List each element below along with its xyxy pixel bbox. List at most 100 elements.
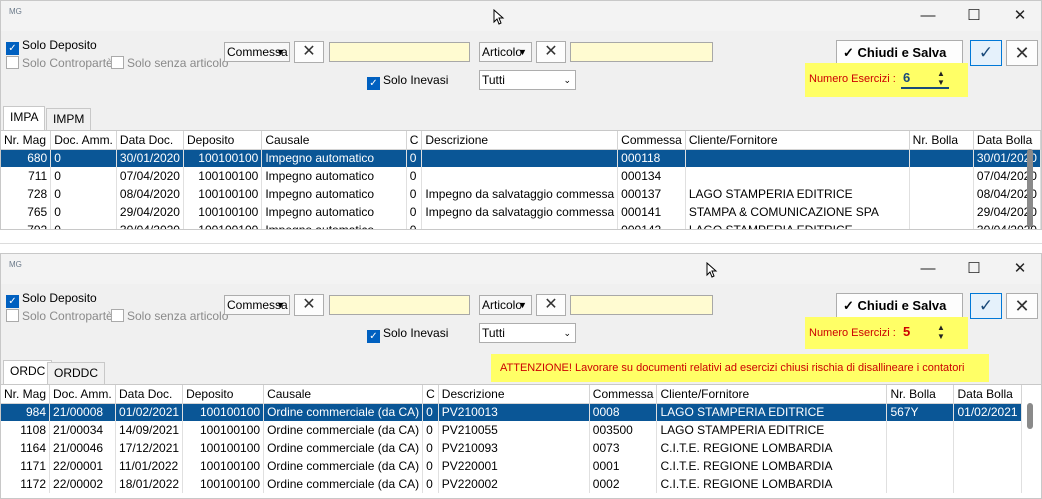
- column-header[interactable]: Data Bolla: [953, 385, 1022, 404]
- table-cell: 984: [1, 403, 51, 421]
- solo-senza-articolo-checkbox[interactable]: Solo senza articolo: [111, 309, 228, 325]
- table-cell: 0: [422, 403, 439, 421]
- column-header[interactable]: Data Doc.: [115, 385, 184, 404]
- column-header[interactable]: Doc. Amm.: [50, 131, 117, 150]
- table-cell: [886, 439, 955, 457]
- column-header[interactable]: Cliente/Fornitore: [656, 385, 888, 404]
- table-cell: 0: [422, 475, 439, 493]
- table-cell: 000141: [617, 203, 686, 221]
- table-cell: 11/01/2022: [115, 457, 184, 475]
- checkbox-label: Solo Contropartè: [22, 56, 113, 70]
- table-row[interactable]: 1171 22/00001 11/01/2022 100100100 Ordine co…: [1, 457, 1022, 475]
- table-cell: [953, 421, 1022, 439]
- column-header[interactable]: Nr. Mag: [1, 131, 52, 150]
- checkbox-label: Solo Inevasi: [383, 73, 449, 87]
- tab-impm[interactable]: IMPM: [46, 108, 92, 130]
- articolo-input[interactable]: [570, 42, 713, 62]
- table-row[interactable]: 711 0 07/04/2020 100100100 Impegno automatic…: [1, 167, 1041, 185]
- solo-inevasi-checkbox[interactable]: ✓ Solo Inevasi: [367, 326, 448, 343]
- tab-orddc[interactable]: ORDDC: [47, 362, 105, 384]
- confirm-button[interactable]: ✓: [970, 40, 1002, 66]
- column-header[interactable]: Deposito: [183, 131, 263, 150]
- maximize-icon[interactable]: ☐: [951, 254, 997, 284]
- warning-banner: ATTENZIONE! Lavorare su documenti relati…: [491, 354, 989, 382]
- chiudi-e-salva-button[interactable]: ✓ Chiudi e Salva: [836, 293, 963, 319]
- spinner-arrows-icon[interactable]: ▲ ▼: [937, 323, 945, 341]
- table-row[interactable]: 792 0 30/04/2020 100100100 Impegno automatic…: [1, 221, 1041, 229]
- column-header[interactable]: C: [422, 385, 439, 404]
- solo-inevasi-checkbox[interactable]: ✓ Solo Inevasi: [367, 73, 449, 90]
- articolo-dropdown[interactable]: Articolo ▼: [479, 295, 532, 315]
- column-header[interactable]: Causale: [263, 385, 424, 404]
- solo-controparte-checkbox[interactable]: Solo Contropartè: [6, 56, 113, 72]
- table-row[interactable]: 680 0 30/01/2020 100100100 Impegno automatic…: [1, 149, 1041, 167]
- solo-deposito-checkbox[interactable]: ✓ Solo Deposito: [6, 291, 97, 308]
- table-cell: [886, 457, 955, 475]
- tab-impa[interactable]: IMPA: [3, 106, 46, 130]
- column-header[interactable]: Nr. Bolla: [909, 131, 974, 150]
- tutti-dropdown[interactable]: Tutti ⌄: [479, 323, 576, 343]
- check-icon: ✓: [843, 45, 854, 60]
- clear-articolo-button[interactable]: ✕: [536, 41, 566, 63]
- column-header[interactable]: Data Doc.: [116, 131, 184, 150]
- commessa-dropdown[interactable]: Commessa ▼: [224, 42, 290, 62]
- commessa-input[interactable]: [329, 295, 470, 315]
- column-header[interactable]: Doc. Amm.: [49, 385, 117, 404]
- column-header[interactable]: Commessa: [617, 131, 686, 150]
- solo-deposito-checkbox[interactable]: ✓ Solo Deposito: [6, 38, 97, 55]
- chevron-down-icon: ▼: [276, 47, 285, 57]
- table-cell: Ordine commerciale (da CA): [263, 421, 424, 439]
- clear-articolo-button[interactable]: ✕: [536, 294, 566, 316]
- table-cell: [421, 167, 619, 185]
- table-row[interactable]: 984 21/00008 01/02/2021 100100100 Ordine com…: [1, 403, 1022, 421]
- table-cell: 07/04/2020: [116, 167, 184, 185]
- table-cell: [909, 167, 974, 185]
- cancel-button[interactable]: ✕: [1006, 293, 1038, 319]
- close-icon[interactable]: ✕: [997, 1, 1041, 31]
- column-header[interactable]: Cliente/Fornitore: [685, 131, 910, 150]
- minimize-icon[interactable]: —: [905, 254, 951, 284]
- table-cell: 0: [50, 185, 117, 203]
- window-impegni: MG — ☐ ✕ ✓ Solo Deposito Solo Contropartè…: [0, 0, 1042, 230]
- checkbox-label: Solo Contropartè: [22, 309, 113, 323]
- commessa-input[interactable]: [329, 42, 470, 62]
- column-header[interactable]: Descrizione: [421, 131, 619, 150]
- table-cell: Impegno da salvataggio commessa: [421, 185, 619, 203]
- clear-commessa-button[interactable]: ✕: [294, 41, 324, 63]
- column-header[interactable]: Nr. Bolla: [886, 385, 955, 404]
- x-icon: ✕: [544, 296, 558, 313]
- column-header[interactable]: Descrizione: [438, 385, 590, 404]
- vertical-scrollbar[interactable]: [1027, 403, 1033, 429]
- tutti-dropdown[interactable]: Tutti ⌄: [479, 70, 576, 90]
- minimize-icon[interactable]: —: [905, 1, 951, 31]
- clear-commessa-button[interactable]: ✕: [294, 294, 324, 316]
- solo-senza-articolo-checkbox[interactable]: Solo senza articolo: [111, 56, 228, 72]
- chevron-down-icon: ▼: [518, 47, 527, 57]
- column-header[interactable]: Nr. Mag: [1, 385, 51, 404]
- articolo-input[interactable]: [570, 295, 713, 315]
- vertical-scrollbar[interactable]: [1027, 149, 1033, 227]
- spinner-arrows-icon[interactable]: ▲ ▼: [937, 69, 945, 87]
- tab-ordc[interactable]: ORDC: [3, 360, 53, 384]
- table-row[interactable]: 1164 21/00046 17/12/2021 100100100 Ordine co…: [1, 439, 1022, 457]
- solo-controparte-checkbox[interactable]: Solo Contropartè: [6, 309, 113, 325]
- column-header[interactable]: Causale: [261, 131, 407, 150]
- confirm-button[interactable]: ✓: [970, 293, 1002, 319]
- column-header[interactable]: C: [406, 131, 423, 150]
- table-row[interactable]: 1108 21/00034 14/09/2021 100100100 Ordine co…: [1, 421, 1022, 439]
- column-header[interactable]: Data Bolla: [973, 131, 1041, 150]
- table-row[interactable]: 1172 22/00002 18/01/2022 100100100 Ordine co…: [1, 475, 1022, 493]
- checkbox-label: Solo Deposito: [22, 38, 97, 52]
- articolo-dropdown[interactable]: Articolo ▼: [479, 42, 532, 62]
- commessa-dropdown[interactable]: Commessa ▼: [224, 295, 290, 315]
- table-cell: PV210013: [438, 403, 590, 421]
- column-header[interactable]: Commessa: [589, 385, 658, 404]
- table-row[interactable]: 728 0 08/04/2020 100100100 Impegno automatic…: [1, 185, 1041, 203]
- close-icon[interactable]: ✕: [997, 254, 1041, 284]
- cancel-button[interactable]: ✕: [1006, 40, 1038, 66]
- maximize-icon[interactable]: ☐: [951, 1, 997, 31]
- chevron-down-icon: ⌄: [563, 75, 571, 85]
- table-row[interactable]: 765 0 29/04/2020 100100100 Impegno automatic…: [1, 203, 1041, 221]
- column-header[interactable]: Deposito: [182, 385, 265, 404]
- table-cell: 711: [1, 167, 52, 185]
